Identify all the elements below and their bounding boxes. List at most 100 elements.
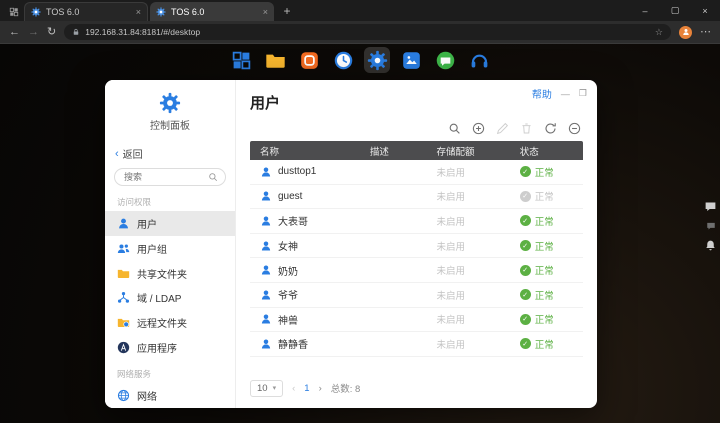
dock-item-tos-launcher[interactable]	[228, 47, 254, 73]
table-row[interactable]: 神兽 未启用 ✓正常	[250, 308, 583, 333]
status-ok-icon: ✓	[520, 289, 531, 300]
column-header-name: 名称	[250, 144, 370, 158]
user-name: 神兽	[278, 312, 298, 327]
quota-text: 未启用	[436, 315, 465, 326]
refresh-icon[interactable]	[544, 122, 557, 135]
remote-folder-icon	[117, 316, 130, 329]
add-user-icon[interactable]	[472, 122, 485, 135]
notification-bell-icon[interactable]	[704, 239, 717, 252]
sidebar-item-shared-folders[interactable]: 共享文件夹	[105, 261, 235, 286]
back-button[interactable]: ‹ 返回	[105, 142, 235, 165]
sidebar-item-label: 应用程序	[137, 340, 177, 355]
bookmark-star-icon[interactable]: ☆	[655, 27, 663, 38]
status-text: 正常	[535, 189, 554, 203]
sidebar-item-label: 远程文件夹	[137, 315, 187, 330]
user-icon	[260, 190, 272, 202]
browser-tab-2[interactable]: TOS 6.0 ×	[150, 2, 274, 21]
browser-menu-button[interactable]: ⋯	[700, 27, 711, 38]
user-icon	[260, 240, 272, 252]
user-name: 大表哥	[278, 213, 308, 228]
search-icon[interactable]	[448, 122, 461, 135]
panel-minimize-icon[interactable]: —	[561, 89, 570, 99]
sidebar-item-users[interactable]: 用户	[105, 211, 235, 236]
lock-icon	[72, 28, 80, 36]
column-header-quota: 存储配额	[436, 144, 519, 158]
prev-page-button[interactable]: ‹	[292, 383, 295, 394]
address-bar[interactable]: 192.168.31.84:8181/#/desktop ☆	[64, 24, 671, 40]
sidebar-item-remote-folders[interactable]: 远程文件夹	[105, 310, 235, 335]
next-page-button[interactable]: ›	[319, 383, 322, 394]
dock-item-control-panel[interactable]	[364, 47, 390, 73]
chevron-down-icon: ▾	[273, 384, 277, 392]
sidebar-item-applications[interactable]: 应用程序	[105, 335, 235, 360]
status-text: 正常	[535, 165, 554, 179]
domain-nodes-icon	[117, 291, 130, 304]
user-icon	[260, 338, 272, 350]
status-text: 正常	[535, 263, 554, 277]
sidebar-item-label: 域 / LDAP	[137, 290, 181, 305]
sidebar-item-domain-ldap[interactable]: 域 / LDAP	[105, 286, 235, 311]
message-bubble-icon[interactable]	[704, 200, 717, 213]
tab-search-icon[interactable]	[4, 2, 24, 21]
table-row[interactable]: guest 未启用 ✓正常	[250, 185, 583, 210]
delete-icon[interactable]	[520, 122, 533, 135]
search-icon	[208, 172, 218, 182]
screen: TOS 6.0 × TOS 6.0 × + – ▢ × ← → ↻ 192.16…	[0, 0, 720, 423]
dock-item-app-center[interactable]	[296, 47, 322, 73]
back-label: 返回	[123, 146, 143, 161]
window-minimize-button[interactable]: –	[630, 0, 660, 21]
table-row[interactable]: 奶奶 未启用 ✓正常	[250, 258, 583, 283]
chat-mini-icon[interactable]	[706, 221, 716, 231]
tab-close-icon[interactable]: ×	[136, 7, 141, 17]
folder-icon	[117, 267, 130, 280]
dock-item-support[interactable]	[466, 47, 492, 73]
window-controls: – ▢ ×	[630, 0, 720, 21]
browser-titlebar: TOS 6.0 × TOS 6.0 × + – ▢ ×	[0, 0, 720, 21]
browser-forward-button[interactable]: →	[28, 27, 39, 38]
column-header-status: 状态	[520, 144, 583, 158]
sidebar-item-label: 用户组	[137, 241, 167, 256]
browser-refresh-button[interactable]: ↻	[47, 27, 56, 38]
table-row[interactable]: 爷爷 未启用 ✓正常	[250, 283, 583, 308]
page-size-select[interactable]: 10 ▾	[250, 380, 283, 397]
pagination: 10 ▾ ‹ 1 › 总数: 8	[250, 376, 583, 400]
user-icon	[260, 289, 272, 301]
chevron-left-icon: ‹	[115, 148, 119, 160]
dock-item-clock[interactable]	[330, 47, 356, 73]
window-maximize-button[interactable]: ▢	[660, 0, 690, 21]
tab-label: TOS 6.0	[171, 7, 204, 17]
sidebar-item-user-groups[interactable]: 用户组	[105, 236, 235, 261]
panel-sidebar: 控制面板 ‹ 返回 访问权限 用户 用户组	[105, 80, 236, 408]
quota-text: 未启用	[436, 242, 465, 253]
sidebar-search[interactable]	[114, 168, 226, 186]
user-name: 奶奶	[278, 263, 298, 278]
table-row[interactable]: dusttop1 未启用 ✓正常	[250, 160, 583, 185]
status-ok-icon: ✓	[520, 215, 531, 226]
user-icon	[260, 313, 272, 325]
browser-back-button[interactable]: ←	[9, 27, 20, 38]
edit-icon[interactable]	[496, 122, 509, 135]
table-row[interactable]: 大表哥 未启用 ✓正常	[250, 209, 583, 234]
search-input[interactable]	[122, 171, 208, 183]
tos-desktop: 控制面板 ‹ 返回 访问权限 用户 用户组	[0, 44, 720, 423]
page-number[interactable]: 1	[304, 383, 309, 394]
status-ok-icon: ✓	[520, 314, 531, 325]
user-icon	[260, 166, 272, 178]
tab-close-icon[interactable]: ×	[263, 7, 268, 17]
browser-profile-avatar[interactable]	[679, 26, 692, 39]
table-row[interactable]: 静静香 未启用 ✓正常	[250, 332, 583, 357]
user-icon	[260, 215, 272, 227]
browser-tab-1[interactable]: TOS 6.0 ×	[24, 2, 148, 21]
sidebar-item-network[interactable]: 网络	[105, 383, 235, 408]
dock-item-media[interactable]	[398, 47, 424, 73]
dock-item-file-manager[interactable]	[262, 47, 288, 73]
more-actions-icon[interactable]	[568, 122, 581, 135]
user-group-icon	[117, 242, 130, 255]
new-tab-button[interactable]: +	[276, 2, 298, 21]
table-row[interactable]: 女神 未启用 ✓正常	[250, 234, 583, 259]
status-ok-icon: ✓	[520, 240, 531, 251]
help-link[interactable]: 帮助	[532, 86, 552, 101]
panel-maximize-icon[interactable]: ❐	[579, 88, 587, 99]
dock-item-chat[interactable]	[432, 47, 458, 73]
window-close-button[interactable]: ×	[690, 0, 720, 21]
